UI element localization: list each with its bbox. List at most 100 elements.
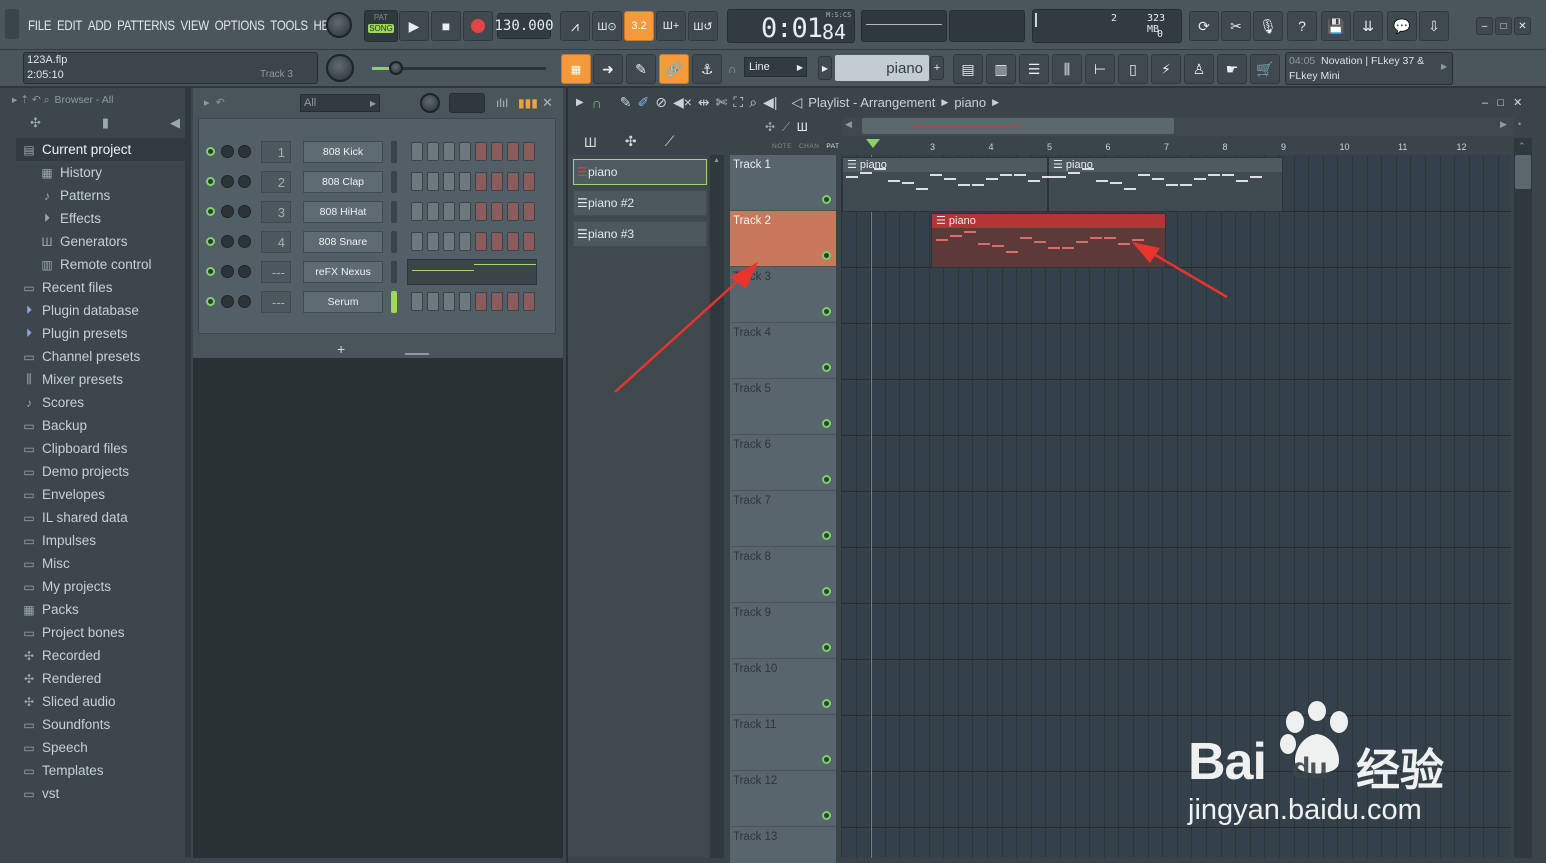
- browser-item-history[interactable]: ▦ History: [21, 161, 185, 184]
- browser-item-sliced-audio[interactable]: ✣ Sliced audio: [21, 690, 185, 713]
- channel-mixer-track[interactable]: 4: [261, 231, 291, 253]
- browser-item-il-shared-data[interactable]: ▭ IL shared data: [21, 506, 185, 529]
- piano-roll-window-button[interactable]: ▥: [986, 54, 1016, 84]
- browser-item-remote-control[interactable]: ▥ Remote control: [21, 253, 185, 276]
- step-button[interactable]: [427, 172, 439, 191]
- browser-splitter[interactable]: [185, 88, 191, 858]
- browser-item-mixer-presets[interactable]: ⫼ Mixer presets: [21, 368, 185, 391]
- channel-mute-led[interactable]: [206, 297, 215, 306]
- track-mute-led[interactable]: [822, 755, 831, 764]
- speaker-icon[interactable]: ◀: [170, 115, 180, 131]
- track-mute-led[interactable]: [822, 363, 831, 372]
- browser-item-plugin-database[interactable]: ⏵ Plugin database: [21, 299, 185, 322]
- document-icon[interactable]: ▮: [102, 115, 109, 131]
- step-button[interactable]: [523, 142, 535, 161]
- browser-item-patterns[interactable]: ♪ Patterns: [21, 184, 185, 207]
- track-header[interactable]: Track 11: [730, 715, 836, 771]
- track-header[interactable]: Track 12: [730, 771, 836, 827]
- master-slider-handle[interactable]: [389, 61, 403, 75]
- touch-keyboard-button[interactable]: ⚡: [1151, 54, 1181, 84]
- wait-record-button[interactable]: Ш⊙: [592, 11, 622, 41]
- channel-pan-knob[interactable]: [221, 235, 234, 248]
- brush-icon[interactable]: ✐: [638, 94, 650, 111]
- link-button[interactable]: 🔗: [659, 54, 689, 84]
- channel-select[interactable]: [391, 231, 397, 253]
- step-button[interactable]: [507, 172, 519, 191]
- loop-record-button[interactable]: Ш↺: [688, 11, 718, 41]
- channel-name-button[interactable]: 808 Kick: [303, 141, 383, 163]
- timeline-ruler[interactable]: 3 4 5 6 7 8 9 10 11 12: [841, 138, 1511, 155]
- stop-button[interactable]: ■: [431, 11, 461, 41]
- browser-item-project-bones[interactable]: ▭ Project bones: [21, 621, 185, 644]
- playlist-window-controls[interactable]: – □ ✕: [1482, 96, 1522, 109]
- master-pitch-knob[interactable]: [326, 54, 354, 82]
- rack-swing-knob[interactable]: [420, 93, 440, 113]
- channel-pan-knob[interactable]: [221, 145, 234, 158]
- piano-icon[interactable]: Ш: [584, 134, 597, 150]
- add-pattern-button[interactable]: +: [930, 56, 944, 80]
- step-button[interactable]: [427, 142, 439, 161]
- piano-roll-mode-button[interactable]: ▦: [561, 54, 591, 84]
- browser-item-misc[interactable]: ▭ Misc: [21, 552, 185, 575]
- channel-mute-led[interactable]: [206, 207, 215, 216]
- channel-volume-knob[interactable]: [238, 205, 251, 218]
- step-button[interactable]: [411, 202, 423, 221]
- step-button[interactable]: [411, 142, 423, 161]
- channel-name-button[interactable]: Serum: [303, 291, 383, 313]
- track-header[interactable]: Track 1: [730, 155, 836, 211]
- step-button[interactable]: [443, 202, 455, 221]
- browser-item-channel-presets[interactable]: ▭ Channel presets: [21, 345, 185, 368]
- playlist-vscroll[interactable]: [1514, 138, 1532, 858]
- channel-pan-knob[interactable]: [221, 265, 234, 278]
- channel-graph[interactable]: [407, 259, 537, 285]
- browser-item-scores[interactable]: ♪ Scores: [21, 391, 185, 414]
- pattern-item[interactable]: ☰ piano #3: [573, 221, 707, 247]
- track-header[interactable]: Track 3: [730, 267, 836, 323]
- chat-button[interactable]: 💬: [1387, 11, 1417, 41]
- channel-volume-knob[interactable]: [238, 235, 251, 248]
- menu-patterns[interactable]: PATTERNS: [117, 17, 175, 33]
- browser-item-envelopes[interactable]: ▭ Envelopes: [21, 483, 185, 506]
- metronome-button[interactable]: ⩘: [560, 11, 590, 41]
- channel-mute-led[interactable]: [206, 177, 215, 186]
- menu-add[interactable]: ADD: [88, 17, 112, 33]
- export-button[interactable]: ⇊: [1353, 11, 1383, 41]
- step-button[interactable]: [507, 202, 519, 221]
- step-button[interactable]: [475, 292, 487, 311]
- step-button[interactable]: [443, 142, 455, 161]
- step-button[interactable]: [491, 292, 503, 311]
- pattern-selector[interactable]: piano: [835, 55, 929, 81]
- close-button[interactable]: ✕: [1514, 17, 1531, 35]
- record-audio-button[interactable]: 🎙: [1253, 11, 1283, 41]
- step-button[interactable]: [507, 292, 519, 311]
- channel-volume-knob[interactable]: [238, 295, 251, 308]
- track-mute-led[interactable]: [822, 195, 831, 204]
- rack-options-icon[interactable]: ▸ ↶: [204, 96, 225, 109]
- track-mute-led[interactable]: [822, 811, 831, 820]
- save-button[interactable]: 💾: [1321, 11, 1351, 41]
- step-button[interactable]: [459, 292, 471, 311]
- channel-name-button[interactable]: 808 Snare: [303, 231, 383, 253]
- browser-item-soundfonts[interactable]: ▭ Soundfonts: [21, 713, 185, 736]
- browser-item-impulses[interactable]: ▭ Impulses: [21, 529, 185, 552]
- track-header[interactable]: Track 2: [730, 211, 836, 267]
- menu-options[interactable]: OPTIONS: [215, 17, 265, 33]
- track-mute-led[interactable]: [822, 307, 831, 316]
- playhead-marker[interactable]: [866, 139, 880, 148]
- chevron-left-icon[interactable]: ◀: [845, 119, 852, 130]
- speaker-icon[interactable]: ◀|: [763, 94, 777, 111]
- channel-name-button[interactable]: 808 HiHat: [303, 201, 383, 223]
- track-header[interactable]: Track 5: [730, 379, 836, 435]
- rack-filter[interactable]: All ▶: [300, 94, 380, 112]
- select-icon[interactable]: ⛶: [733, 94, 743, 111]
- channel-select[interactable]: [391, 291, 397, 313]
- channel-mute-led[interactable]: [206, 147, 215, 156]
- mute-icon[interactable]: ◀×: [673, 94, 692, 111]
- step-button[interactable]: [507, 142, 519, 161]
- step-button[interactable]: [475, 202, 487, 221]
- step-button[interactable]: [459, 202, 471, 221]
- step-button[interactable]: [491, 142, 503, 161]
- slide-button[interactable]: ➜: [593, 54, 623, 84]
- song-time-display[interactable]: 0:01 84 M:S:CS: [727, 9, 855, 44]
- clip-piano-1[interactable]: ☰ piano: [842, 157, 1048, 212]
